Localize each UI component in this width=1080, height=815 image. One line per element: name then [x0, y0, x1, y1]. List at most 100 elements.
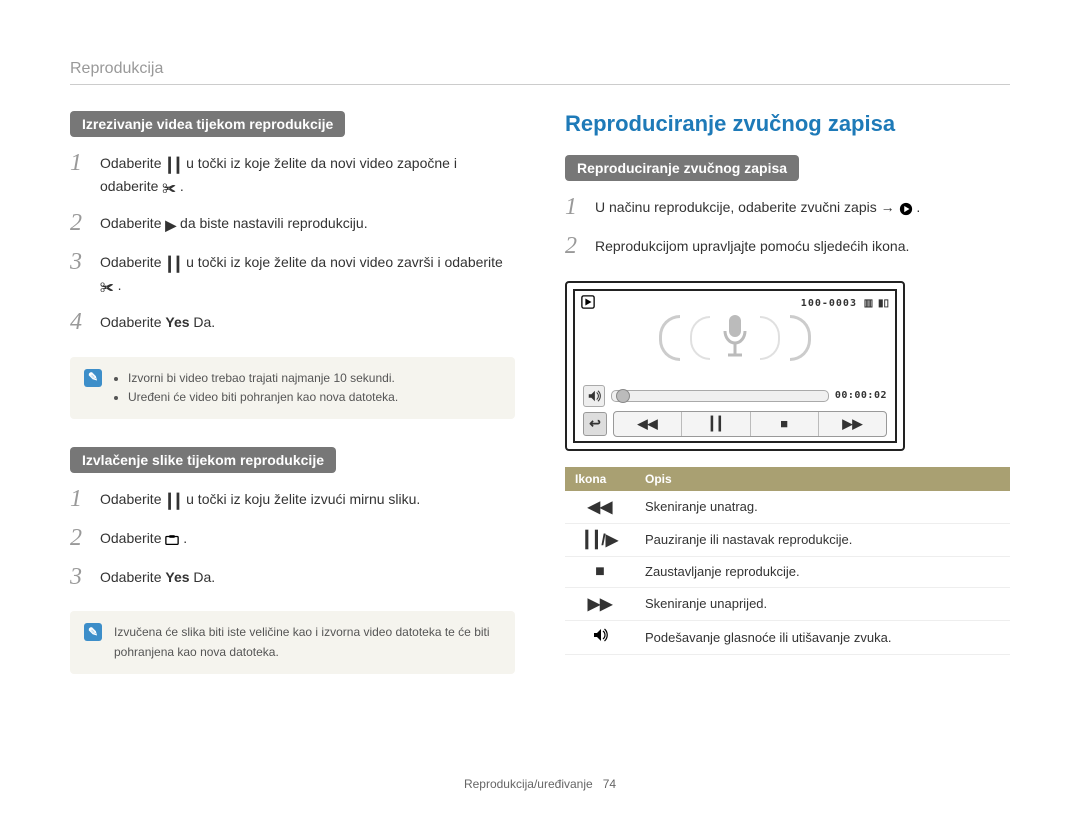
- table-row: ▶▶ Skeniranje unaprijed.: [565, 587, 1010, 620]
- step-number: 1: [565, 193, 585, 222]
- file-counter: 100-0003: [801, 298, 857, 309]
- step-text: u točki iz koju želite izvući mirnu slik…: [186, 491, 420, 507]
- table-cell-desc: Skeniranje unatrag.: [635, 491, 1010, 524]
- sound-wave-icon: [690, 316, 710, 360]
- volume-button[interactable]: [583, 385, 605, 407]
- sound-wave-icon: [790, 315, 811, 361]
- pause-icon: ┃┃: [165, 491, 182, 512]
- step-text: .: [916, 199, 920, 215]
- table-cell-desc: Podešavanje glasnoće ili utišavanje zvuk…: [635, 620, 1010, 654]
- step-text: Da.: [193, 569, 215, 585]
- cut-icon: ✀: [100, 277, 114, 298]
- stop-icon: ■: [565, 556, 635, 587]
- table-cell-desc: Pauziranje ili nastavak reprodukcije.: [635, 523, 1010, 556]
- content-columns: Izrezivanje videa tijekom reprodukcije 1…: [70, 111, 1010, 702]
- icon-description-table: Ikona Opis ◀◀ Skeniranje unatrag. ┃┃/▶ P…: [565, 467, 1010, 655]
- elapsed-time: 00:00:02: [835, 390, 887, 401]
- step-text: Odaberite: [100, 491, 165, 507]
- heading-audio-playback: Reproduciranje zvučnog zapisa: [565, 111, 1010, 137]
- table-row: Podešavanje glasnoće ili utišavanje zvuk…: [565, 620, 1010, 654]
- sound-wave-icon: [659, 315, 680, 361]
- table-cell-desc: Zaustavljanje reprodukcije.: [635, 556, 1010, 587]
- step-text: Da.: [193, 314, 215, 330]
- table-row: ◀◀ Skeniranje unatrag.: [565, 491, 1010, 524]
- page: Reprodukcija Izrezivanje videa tijekom r…: [0, 0, 1080, 815]
- right-column: Reproduciranje zvučnog zapisa Reproducir…: [565, 111, 1010, 702]
- playback-mode-icon: [581, 295, 595, 312]
- step-text-bold: Yes: [165, 314, 189, 330]
- forward-button[interactable]: ▶▶: [819, 412, 886, 436]
- step-1: 1 Odaberite ┃┃ u točki iz koje želite da…: [70, 149, 515, 199]
- footer-section: Reprodukcija/uređivanje: [464, 777, 593, 791]
- step-text: Reprodukcijom upravljajte pomoću sljedeć…: [595, 232, 909, 257]
- step-1: 1 U načinu reprodukcije, odaberite zvučn…: [565, 193, 1010, 222]
- note-icon: ✎: [84, 623, 102, 641]
- table-header-desc: Opis: [635, 467, 1010, 491]
- rewind-button[interactable]: ◀◀: [614, 412, 682, 436]
- play-icon: ▶: [165, 215, 176, 236]
- note-text: Izvorni bi video trebao trajati najmanje…: [128, 369, 398, 388]
- play-circle-icon: [899, 199, 913, 220]
- step-number: 2: [70, 209, 90, 238]
- step-text: Odaberite: [100, 215, 165, 231]
- left-column: Izrezivanje videa tijekom reprodukcije 1…: [70, 111, 515, 702]
- sound-wave-icon: [760, 316, 780, 360]
- section-title-trim-video: Izrezivanje videa tijekom reprodukcije: [70, 111, 345, 137]
- table-cell-desc: Skeniranje unaprijed.: [635, 587, 1010, 620]
- step-3: 3 Odaberite Yes Da.: [70, 563, 515, 592]
- capture-icon: [165, 530, 179, 551]
- note-icon: ✎: [84, 369, 102, 387]
- step-number: 2: [70, 524, 90, 553]
- table-header-icon: Ikona: [565, 467, 635, 491]
- footer-page-number: 74: [603, 777, 616, 791]
- pause-button[interactable]: ┃┃: [682, 412, 750, 436]
- section-title-audio-playback: Reproduciranje zvučnog zapisa: [565, 155, 799, 181]
- step-text-bold: Yes: [165, 569, 189, 585]
- battery-icon: ▮▯: [878, 298, 889, 309]
- pause-play-icon: ┃┃/▶: [565, 523, 635, 556]
- step-2: 2 Odaberite .: [70, 524, 515, 553]
- step-number: 4: [70, 308, 90, 337]
- steps-audio-playback: 1 U načinu reprodukcije, odaberite zvučn…: [565, 193, 1010, 261]
- breadcrumb: Reprodukcija: [70, 60, 1010, 85]
- table-row: ┃┃/▶ Pauziranje ili nastavak reprodukcij…: [565, 523, 1010, 556]
- step-number: 1: [70, 485, 90, 514]
- pause-icon: ┃┃: [165, 155, 182, 176]
- steps-trim-video: 1 Odaberite ┃┃ u točki iz koje želite da…: [70, 149, 515, 337]
- step-1: 1 Odaberite ┃┃ u točki iz koju želite iz…: [70, 485, 515, 514]
- note-text: Izvučena će slika biti iste veličine kao…: [114, 623, 501, 661]
- step-number: 2: [565, 232, 585, 261]
- step-2: 2 Odaberite ▶ da biste nastavili reprodu…: [70, 209, 515, 238]
- rewind-icon: ◀◀: [565, 491, 635, 524]
- step-2: 2 Reprodukcijom upravljajte pomoću sljed…: [565, 232, 1010, 261]
- step-text: da biste nastavili reprodukciju.: [180, 215, 368, 231]
- step-text: Odaberite: [100, 569, 165, 585]
- progress-bar[interactable]: [611, 390, 829, 402]
- steps-extract-image: 1 Odaberite ┃┃ u točki iz koju želite iz…: [70, 485, 515, 591]
- step-text: Odaberite: [100, 530, 165, 546]
- step-number: 3: [70, 248, 90, 277]
- cut-icon: ✀: [162, 178, 176, 199]
- step-text: U načinu reprodukcije, odaberite zvučni …: [595, 199, 899, 215]
- step-text: .: [183, 530, 187, 546]
- microphone-icon: [720, 313, 750, 363]
- note-box: ✎ Izvučena će slika biti iste veličine k…: [70, 611, 515, 673]
- table-row: ■ Zaustavljanje reprodukcije.: [565, 556, 1010, 587]
- back-button[interactable]: ↩: [583, 412, 607, 436]
- step-4: 4 Odaberite Yes Da.: [70, 308, 515, 337]
- page-footer: Reprodukcija/uređivanje 74: [0, 777, 1080, 791]
- progress-handle[interactable]: [616, 389, 630, 403]
- section-title-extract-image: Izvlačenje slike tijekom reprodukcije: [70, 447, 336, 473]
- step-number: 1: [70, 149, 90, 178]
- note-text: Uređeni će video biti pohranjen kao nova…: [128, 388, 398, 407]
- stop-button[interactable]: ■: [751, 412, 819, 436]
- step-text: u točki iz koje želite da novi video zav…: [186, 254, 503, 270]
- step-text: Odaberite: [100, 155, 165, 171]
- card-icon: ▥: [864, 298, 873, 309]
- pause-icon: ┃┃: [165, 254, 182, 275]
- step-number: 3: [70, 563, 90, 592]
- step-3: 3 Odaberite ┃┃ u točki iz koje želite da…: [70, 248, 515, 298]
- note-box: ✎ Izvorni bi video trebao trajati najman…: [70, 357, 515, 419]
- step-text: Odaberite: [100, 314, 165, 330]
- step-text: .: [118, 277, 122, 293]
